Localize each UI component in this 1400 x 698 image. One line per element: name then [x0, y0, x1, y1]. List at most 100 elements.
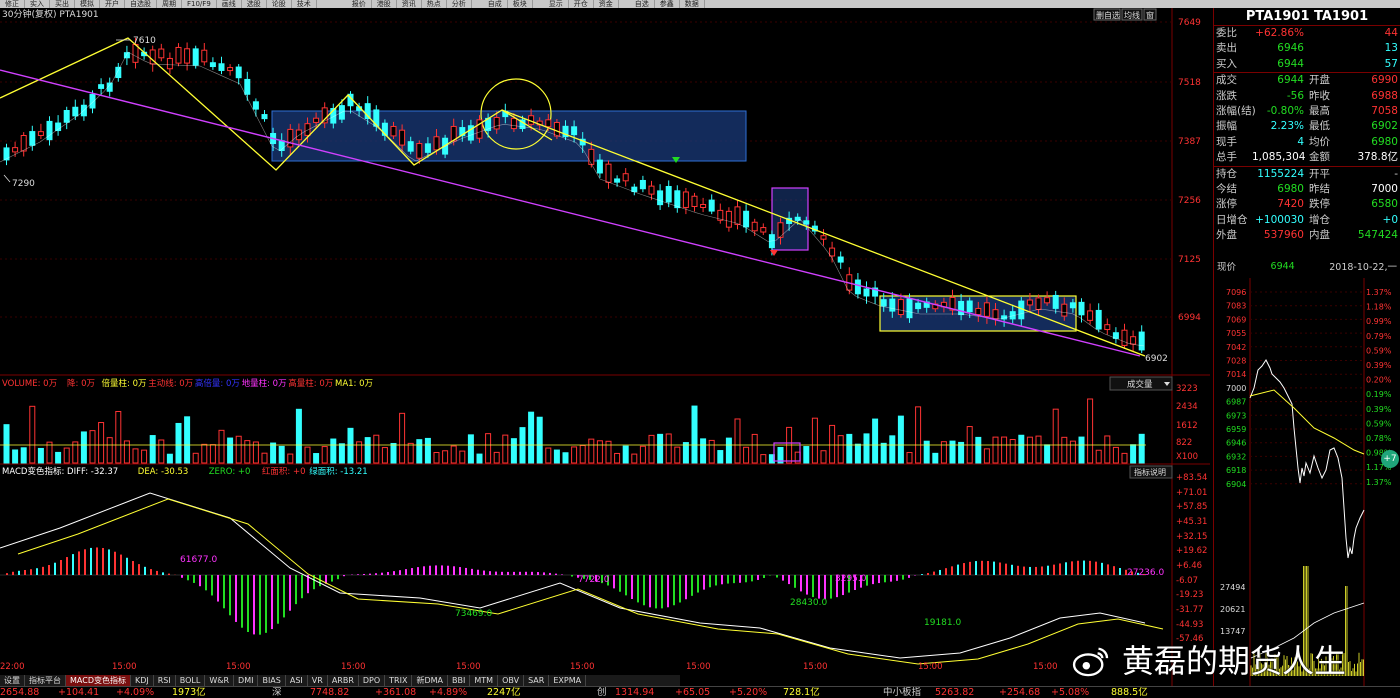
- volume-bar: [846, 433, 853, 464]
- menu-item[interactable]: 显示: [544, 0, 569, 8]
- candle-body: [734, 206, 741, 225]
- macd-bar: [531, 571, 533, 575]
- indicator-tab[interactable]: TRIX: [385, 675, 413, 686]
- add-badge[interactable]: +7: [1381, 450, 1399, 468]
- volume-bar: [906, 452, 913, 464]
- macd-bar: [375, 573, 377, 575]
- volume-bar: [811, 417, 818, 464]
- volume-legend: VOLUME: 0万: [2, 379, 57, 389]
- indicator-tab[interactable]: W&R: [205, 675, 235, 686]
- volume-select-label: 成交量: [1127, 379, 1153, 390]
- quote-value-2: 7058: [1371, 104, 1398, 117]
- macd-bar: [253, 575, 255, 635]
- indicator-tab[interactable]: ASI: [286, 675, 308, 686]
- macd-bar: [1107, 564, 1109, 575]
- macd-bar: [60, 559, 62, 575]
- indicator-tab[interactable]: 设置: [0, 675, 25, 686]
- volume-bar: [278, 445, 285, 464]
- indicator-tab[interactable]: RSI: [154, 675, 176, 686]
- menu-item[interactable]: 自成: [483, 0, 508, 8]
- indicator-tab[interactable]: BOLL: [176, 675, 206, 686]
- macd-tick: +83.54: [1176, 473, 1207, 483]
- quote-value-2: 378.8亿: [1357, 151, 1398, 164]
- volume-bar: [708, 439, 715, 464]
- volume-bar: [682, 442, 689, 464]
- menu-item[interactable]: 分析: [447, 0, 472, 8]
- volume-bar: [29, 405, 36, 464]
- macd-bar: [453, 566, 455, 575]
- menu-item[interactable]: 自选: [630, 0, 655, 8]
- menu-item[interactable]: 数据: [680, 0, 705, 8]
- macd-bar: [649, 575, 651, 608]
- candle-body: [1044, 297, 1051, 304]
- indicator-tab[interactable]: MTM: [470, 675, 499, 686]
- macd-bar: [933, 571, 935, 575]
- candle-body: [175, 46, 182, 64]
- menu-item[interactable]: 周期: [157, 0, 182, 8]
- candle-body: [1104, 324, 1111, 331]
- indicator-tab[interactable]: VR: [308, 675, 328, 686]
- menu-item[interactable]: 修正: [0, 0, 25, 8]
- indicator-tab[interactable]: KDJ: [131, 675, 154, 686]
- macd-bar: [1113, 566, 1115, 575]
- menu-item[interactable]: 资讯: [397, 0, 422, 8]
- volume-bar: [1138, 433, 1145, 464]
- menu-item[interactable]: 板块: [508, 0, 533, 8]
- menu-item[interactable]: 自选股: [125, 0, 157, 8]
- timechart-price-tick: 6904: [1226, 480, 1246, 489]
- volume-bar: [571, 446, 578, 464]
- volume-bar: [115, 410, 122, 464]
- menu-item[interactable]: 选股: [242, 0, 267, 8]
- menu-item[interactable]: 实入: [25, 0, 50, 8]
- volume-bar: [55, 451, 62, 464]
- quote-value: 1155224: [1257, 167, 1304, 180]
- macd-bar: [679, 575, 681, 603]
- indicator-tab[interactable]: EXPMA: [549, 675, 587, 686]
- macd-bar: [525, 571, 527, 575]
- volume-bar: [579, 444, 586, 464]
- candle-body: [287, 128, 294, 148]
- menu-item[interactable]: 开仓: [569, 0, 594, 8]
- kline-chart[interactable]: 30分钟(复权) PTA1901 删自选 均线窗 7610 7290 6902 VOL…: [0, 8, 1210, 688]
- volume-bar: [863, 433, 870, 464]
- quote-row: 现手 4 均价 6980: [1214, 135, 1400, 150]
- menu-item[interactable]: 报价: [347, 0, 372, 8]
- menu-item[interactable]: 模拟: [75, 0, 100, 8]
- indicator-tab[interactable]: 新DMA: [412, 675, 449, 686]
- indicator-tab[interactable]: BBI: [448, 675, 471, 686]
- volume-bar: [502, 434, 509, 464]
- indicator-tab[interactable]: ARBR: [328, 675, 359, 686]
- volume-bar: [450, 445, 457, 464]
- intraday-timechart[interactable]: 7096 7083 7069 7055 7042 7028 7014 7000 6987 6973…: [1214, 278, 1400, 686]
- menu-item[interactable]: 画线: [217, 0, 242, 8]
- volume-bar: [932, 452, 939, 464]
- indicator-tab[interactable]: BIAS: [258, 675, 286, 686]
- indicator-tab[interactable]: 指标平台: [25, 675, 66, 686]
- menu-item[interactable]: 论股: [267, 0, 292, 8]
- quote-label-2: 昨收: [1309, 89, 1330, 102]
- candle-body: [89, 94, 96, 109]
- menu-item[interactable]: 开户: [100, 0, 125, 8]
- volume-bar: [338, 443, 345, 464]
- candle-body: [493, 116, 500, 130]
- indicator-tab[interactable]: DMI: [234, 675, 259, 686]
- macd-bar: [543, 572, 545, 575]
- menu-item[interactable]: F10/F9: [182, 0, 217, 8]
- menu-item[interactable]: 热点: [422, 0, 447, 8]
- macd-bar: [794, 575, 796, 588]
- quote-row: 外盘 537960 内盘 547424: [1214, 228, 1400, 243]
- volume-bar: [467, 434, 474, 464]
- candle-body: [63, 110, 70, 123]
- menu-item[interactable]: 资金: [594, 0, 619, 8]
- menu-item[interactable]: 参鑫: [655, 0, 680, 8]
- macd-bar: [24, 569, 26, 575]
- indicator-tab[interactable]: SAR: [524, 675, 550, 686]
- indicator-tab[interactable]: DPO: [359, 675, 386, 686]
- indicator-tab[interactable]: MACD变色指标: [66, 675, 131, 686]
- menu-item[interactable]: 技术: [292, 0, 317, 8]
- menu-item[interactable]: 买出: [50, 0, 75, 8]
- indicator-tab[interactable]: OBV: [498, 675, 525, 686]
- macd-bar: [519, 571, 521, 575]
- ticker-value: 1314.94: [615, 687, 655, 698]
- menu-item[interactable]: 港股: [372, 0, 397, 8]
